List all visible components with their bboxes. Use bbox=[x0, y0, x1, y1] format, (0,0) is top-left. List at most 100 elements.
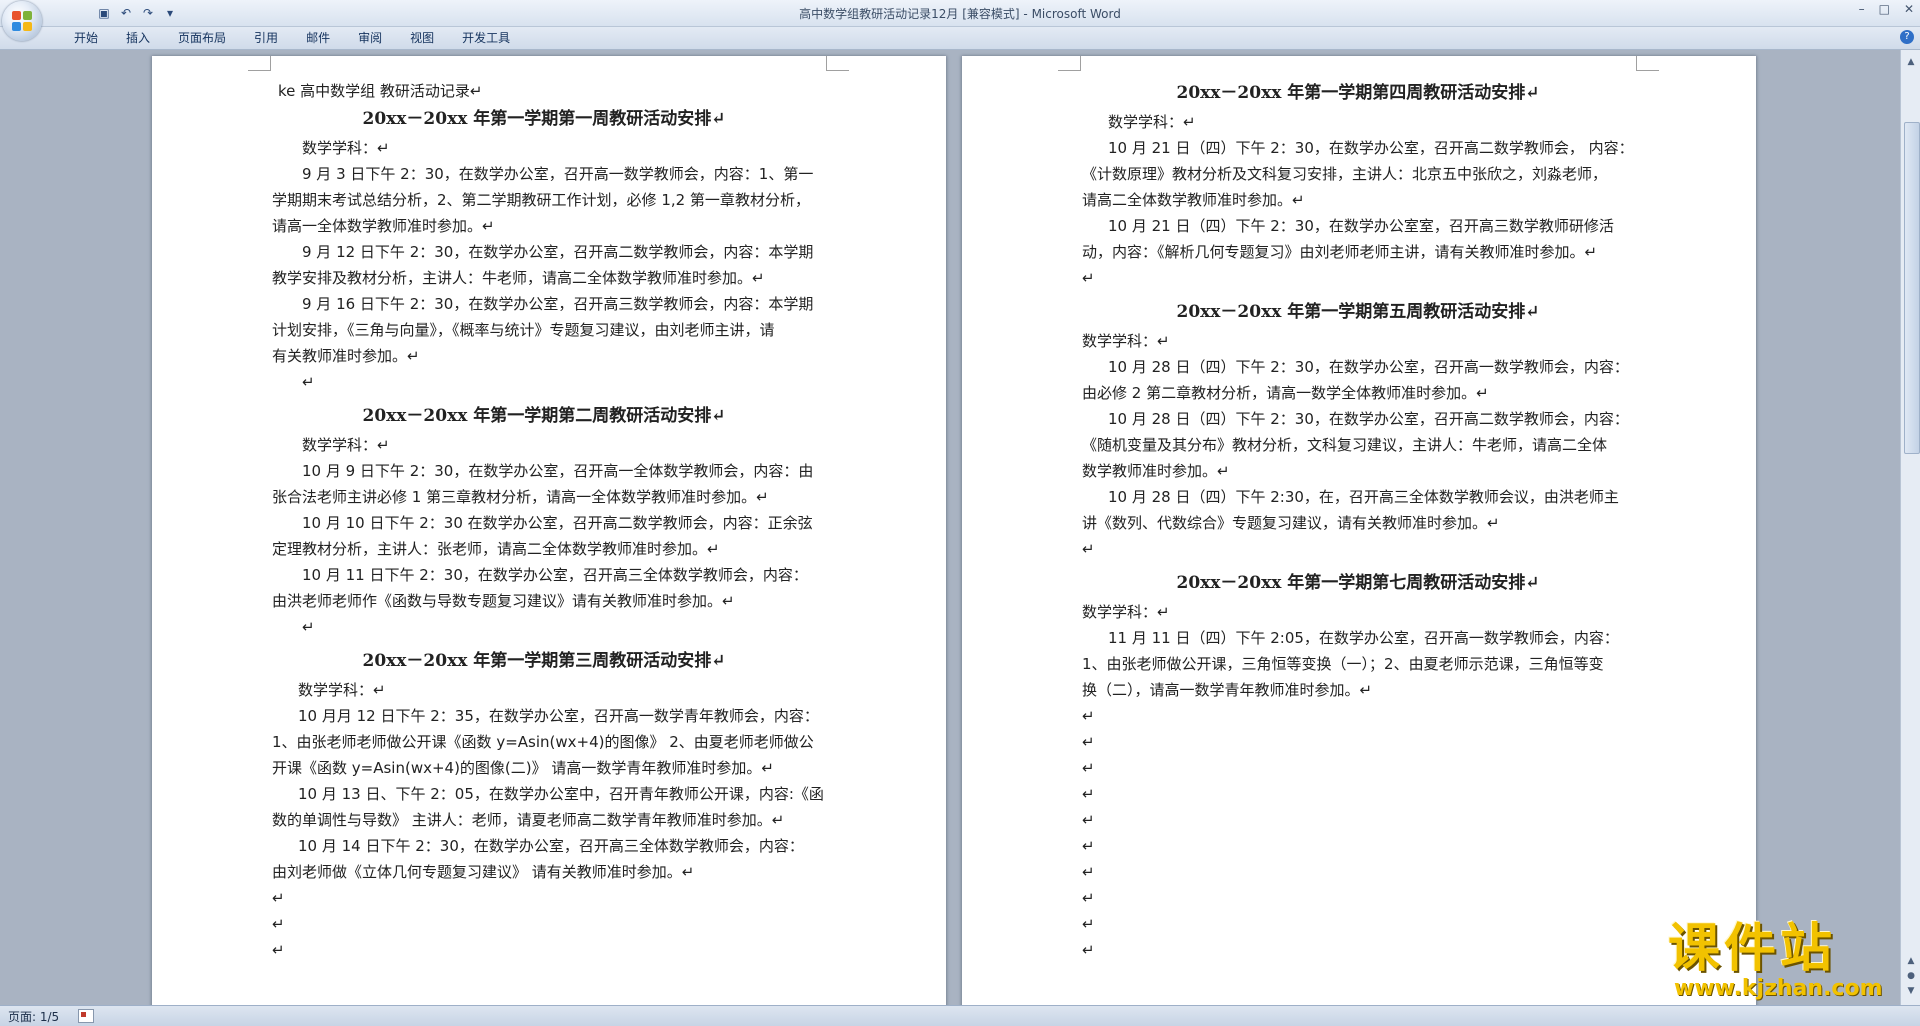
paragraph-line: 数学学科：↵ bbox=[302, 436, 390, 454]
watermark-logo: 课件站 www.kjzhan.com bbox=[1668, 920, 1900, 1002]
close-button[interactable]: ✕ bbox=[1904, 2, 1914, 16]
watermark-title: 课件站 bbox=[1668, 919, 1837, 979]
maximize-button[interactable]: □ bbox=[1879, 2, 1890, 16]
tab-insert[interactable]: 插入 bbox=[112, 30, 164, 46]
paragraph-line: 动，内容：《解析几何专题复习》由刘老师老师主讲，请有关教师准时参加。↵ bbox=[1082, 243, 1598, 261]
minimize-button[interactable]: – bbox=[1859, 2, 1865, 16]
paragraph-line: 《计数原理》教材分析及文科复习安排，主讲人：北京五中张欣之，刘淼老师， bbox=[1082, 165, 1608, 183]
title-bar: ▣ ↶ ↷ ▾ 高中数学组教研活动记录12月 [兼容模式] - Microsof… bbox=[0, 0, 1920, 27]
paragraph-line: 有关教师准时参加。↵ bbox=[272, 347, 420, 365]
section-heading: 20xx－20xx 年第一学期第二周教研活动安排↵ bbox=[362, 406, 726, 426]
office-button[interactable] bbox=[2, 1, 42, 41]
empty-paragraph: ↵ bbox=[1082, 269, 1095, 287]
status-bar: 页面: 1/5 bbox=[0, 1005, 1920, 1026]
paragraph-line: 10 月 13 日、下午 2：05，在数学办公室中，召开青年教师公开课，内容:《… bbox=[298, 785, 824, 803]
empty-paragraph: ↵ bbox=[272, 915, 285, 933]
scroll-thumb[interactable] bbox=[1904, 122, 1920, 454]
paragraph-line: 请高一全体数学教师准时参加。↵ bbox=[272, 217, 495, 235]
window-controls: – □ ✕ bbox=[1859, 2, 1914, 16]
paragraph-line: 10 月 9 日下午 2：30，在数学办公室，召开高一全体数学教师会，内容：由 bbox=[302, 462, 814, 480]
empty-paragraph: ↵ bbox=[272, 941, 285, 959]
scroll-up-icon[interactable]: ▲ bbox=[1905, 56, 1917, 68]
section-heading: 20xx－20xx 年第一学期第四周教研活动安排↵ bbox=[1176, 83, 1540, 103]
empty-paragraph: ↵ bbox=[1082, 837, 1095, 855]
section-heading: 20xx－20xx 年第一学期第七周教研活动安排↵ bbox=[1176, 573, 1540, 593]
paragraph-line: 数学学科：↵ bbox=[298, 681, 386, 699]
paragraph-line: 10 月 10 日下午 2：30 在数学办公室，召开高二数学教师会，内容：正余弦 bbox=[302, 514, 813, 532]
section-heading: 20xx－20xx 年第一学期第五周教研活动安排↵ bbox=[1176, 302, 1540, 322]
paragraph-line: 数学教师准时参加。↵ bbox=[1082, 462, 1230, 480]
paragraph-line: 由刘老师做《立体几何专题复习建议》 请有关教师准时参加。↵ bbox=[272, 863, 695, 881]
empty-paragraph: ↵ bbox=[1082, 785, 1095, 803]
crop-mark bbox=[1058, 56, 1081, 71]
document-area: ke 高中数学组 教研活动记录↵ 20xx－20xx 年第一学期第一周教研活动安排… bbox=[0, 50, 1900, 1005]
empty-paragraph: ↵ bbox=[1082, 733, 1095, 751]
section-heading: 20xx－20xx 年第一学期第一周教研活动安排↵ bbox=[362, 109, 726, 129]
paragraph-line: 11 月 11 日（四）下午 2:05，在数学办公室，召开高一数学教师会，内容： bbox=[1108, 629, 1619, 647]
paragraph-line: 10 月 28 日（四）下午 2：30，在数学办公室，召开高二数学教师会，内容： bbox=[1108, 410, 1629, 428]
paragraph-line: 数学学科：↵ bbox=[1082, 603, 1170, 621]
watermark-url: www.kjzhan.com bbox=[1674, 976, 1883, 1001]
section-heading: 20xx－20xx 年第一学期第三周教研活动安排↵ bbox=[362, 651, 726, 671]
tab-mailings[interactable]: 邮件 bbox=[292, 30, 344, 46]
paragraph-line: 10 月 11 日下午 2：30，在数学办公室，召开高三全体数学教师会，内容： bbox=[302, 566, 808, 584]
empty-paragraph: ↵ bbox=[1082, 863, 1095, 881]
paragraph-line: 10 月 21 日（四）下午 2：30，在数学办公室，召开高二数学教师会， 内容… bbox=[1108, 139, 1634, 157]
tab-home[interactable]: 开始 bbox=[60, 30, 112, 46]
crop-mark bbox=[248, 56, 271, 71]
paragraph-line: 10 月 14 日下午 2：30，在数学办公室，召开高三全体数学教师会，内容： bbox=[298, 837, 804, 855]
select-browse-icon[interactable]: ● bbox=[1905, 970, 1917, 982]
paragraph-line: 定理教材分析，主讲人：张老师，请高二全体数学教师准时参加。↵ bbox=[272, 540, 720, 558]
paragraph-line: 1、由张老师做公开课，三角恒等变换（一）；2、由夏老师示范课，三角恒等变 bbox=[1082, 655, 1604, 673]
tab-review[interactable]: 审阅 bbox=[344, 30, 396, 46]
empty-paragraph: ↵ bbox=[1082, 941, 1095, 959]
paragraph-line: 计划安排，《三角与向量》，《概率与统计》专题复习建议，由刘老师主讲，请 bbox=[272, 321, 775, 339]
paragraph-line: 开课《函数 y=Asin(wx+4)的图像(二)》 请高一数学青年教师准时参加。… bbox=[272, 759, 774, 777]
proofing-icon[interactable] bbox=[78, 1009, 94, 1023]
help-icon[interactable]: ? bbox=[1900, 30, 1914, 44]
tab-references[interactable]: 引用 bbox=[240, 30, 292, 46]
paragraph-line: ke 高中数学组 教研活动记录↵ bbox=[278, 82, 483, 100]
paragraph-line: 由必修 2 第二章教材分析，请高一数学全体教师准时参加。↵ bbox=[1082, 384, 1489, 402]
paragraph-line: 9 月 3 日下午 2：30，在数学办公室，召开高一数学教师会，内容：1、第一 bbox=[302, 165, 814, 183]
tab-view[interactable]: 视图 bbox=[396, 30, 448, 46]
crop-mark bbox=[826, 56, 849, 71]
empty-paragraph: ↵ bbox=[302, 618, 315, 636]
office-logo-icon bbox=[12, 11, 32, 31]
paragraph-line: 张合法老师主讲必修 1 第三章教材分析，请高一全体数学教师准时参加。↵ bbox=[272, 488, 769, 506]
next-page-icon[interactable]: ▼ bbox=[1905, 985, 1917, 997]
paragraph-line: 学期期末考试总结分析，2、第二学期教研工作计划，必修 1,2 第一章教材分析， bbox=[272, 191, 810, 209]
empty-paragraph: ↵ bbox=[1082, 811, 1095, 829]
paragraph-line: 请高二全体数学教师准时参加。↵ bbox=[1082, 191, 1305, 209]
empty-paragraph: ↵ bbox=[1082, 915, 1095, 933]
empty-paragraph: ↵ bbox=[1082, 889, 1095, 907]
prev-page-icon[interactable]: ▲ bbox=[1905, 955, 1917, 967]
empty-paragraph: ↵ bbox=[1082, 707, 1095, 725]
paragraph-line: 10 月 28 日（四）下午 2:30，在，召开高三全体数学教师会议，由洪老师主 bbox=[1108, 488, 1619, 506]
paragraph-line: 9 月 12 日下午 2：30，在数学办公室，召开高二数学教师会，内容：本学期 bbox=[302, 243, 814, 261]
paragraph-line: 数的单调性与导数》 主讲人：老师，请夏老师高二数学青年教师准时参加。↵ bbox=[272, 811, 785, 829]
crop-mark bbox=[1636, 56, 1659, 71]
window-title: 高中数学组教研活动记录12月 [兼容模式] - Microsoft Word bbox=[799, 7, 1121, 21]
paragraph-line: 数学学科：↵ bbox=[1082, 332, 1170, 350]
empty-paragraph: ↵ bbox=[272, 889, 285, 907]
paragraph-line: 换（二），请高一数学青年教师准时参加。↵ bbox=[1082, 681, 1373, 699]
page-count[interactable]: 页面: 1/5 bbox=[8, 1008, 59, 1025]
empty-paragraph: ↵ bbox=[302, 373, 315, 391]
paragraph-line: 1、由张老师老师做公开课《函数 y=Asin(wx+4)的图像》 2、由夏老师老… bbox=[272, 733, 814, 751]
document-page-left[interactable]: ke 高中数学组 教研活动记录↵ 20xx－20xx 年第一学期第一周教研活动安排… bbox=[152, 56, 946, 1005]
paragraph-line: 由洪老师老师作《函数与导数专题复习建议》请有关教师准时参加。↵ bbox=[272, 592, 735, 610]
empty-paragraph: ↵ bbox=[1082, 759, 1095, 777]
paragraph-line: 10 月月 12 日下午 2：35，在数学办公室，召开高一数学青年教师会，内容： bbox=[298, 707, 819, 725]
tab-developer[interactable]: 开发工具 bbox=[448, 30, 524, 46]
ribbon-tab-strip: 开始 插入 页面布局 引用 邮件 审阅 视图 开发工具 ? bbox=[0, 27, 1920, 50]
paragraph-line: 9 月 16 日下午 2：30，在数学办公室，召开高三数学教师会，内容：本学期 bbox=[302, 295, 814, 313]
document-page-right[interactable]: 20xx－20xx 年第一学期第四周教研活动安排↵ 数学学科：↵ 10 月 21 日… bbox=[962, 56, 1756, 1005]
vertical-scrollbar[interactable]: ▲ ▲ ● ▼ bbox=[1900, 50, 1920, 1005]
paragraph-line: 讲《数列、代数综合》专题复习建议，请有关教师准时参加。↵ bbox=[1082, 514, 1500, 532]
paragraph-line: 10 月 21 日（四）下午 2：30，在数学办公室室，召开高三数学教师研修活 bbox=[1108, 217, 1614, 235]
paragraph-line: 数学学科：↵ bbox=[302, 139, 390, 157]
tab-page-layout[interactable]: 页面布局 bbox=[164, 30, 240, 46]
paragraph-line: 10 月 28 日（四）下午 2：30，在数学办公室，召开高一数学教师会，内容： bbox=[1108, 358, 1629, 376]
empty-paragraph: ↵ bbox=[1082, 540, 1095, 558]
